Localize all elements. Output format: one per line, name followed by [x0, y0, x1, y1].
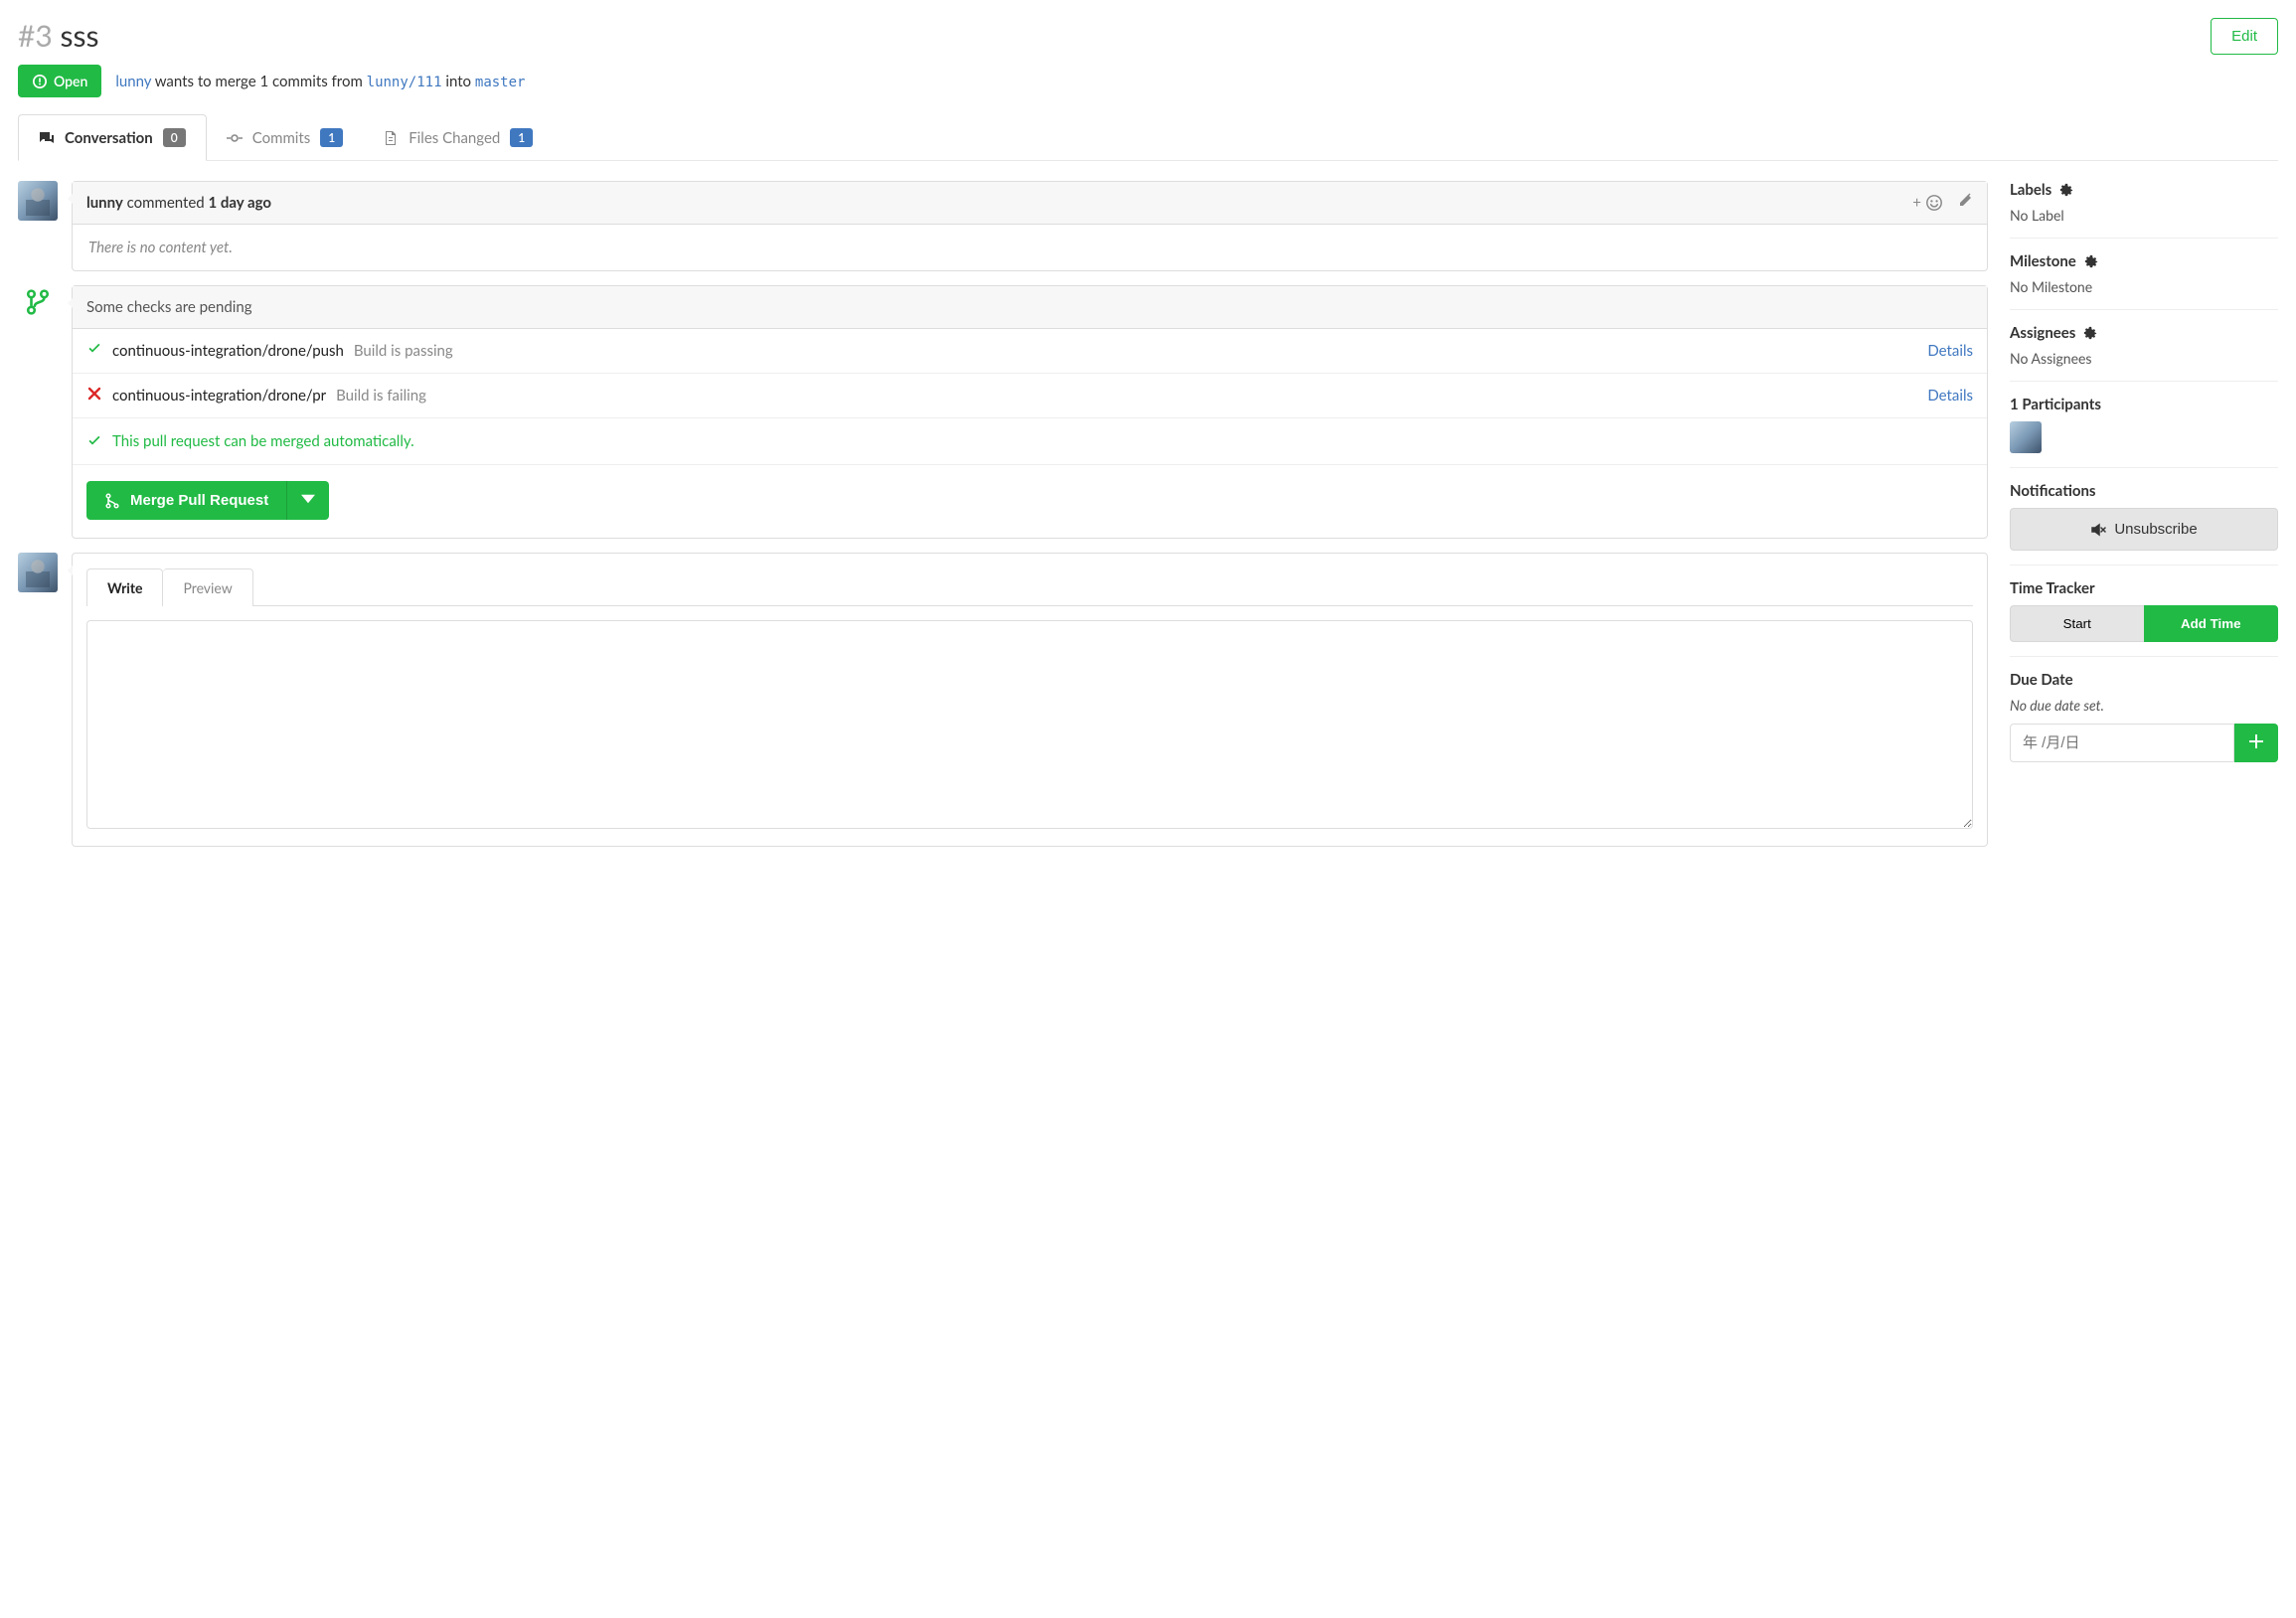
- pencil-icon: [1957, 193, 1973, 209]
- merge-description: lunny wants to merge 1 commits from lunn…: [115, 73, 525, 90]
- issue-title-text: sss: [61, 18, 99, 54]
- tab-commits-label: Commits: [252, 129, 311, 147]
- gear-icon: [2059, 183, 2073, 197]
- issue-number: #3: [18, 18, 53, 54]
- editor-tab-write[interactable]: Write: [86, 568, 163, 606]
- check-row: continuous-integration/drone/pr Build is…: [73, 374, 1987, 418]
- milestone-head-text: Milestone: [2010, 252, 2076, 270]
- editor-tab-preview[interactable]: Preview: [163, 568, 252, 606]
- merge-pr-button[interactable]: Merge Pull Request: [86, 481, 286, 520]
- conversation-count: 0: [163, 128, 186, 147]
- check-fail-icon: [86, 386, 102, 405]
- merge-button-group: Merge Pull Request: [86, 481, 329, 520]
- gear-icon: [2083, 326, 2097, 340]
- new-comment-item: Write Preview: [18, 553, 1988, 847]
- target-branch[interactable]: master: [475, 75, 526, 90]
- commit-icon: [227, 130, 243, 146]
- comment-item: lunny commented 1 day ago + Th: [18, 181, 1988, 271]
- merge-intro-text: wants to merge 1 commits from: [151, 73, 366, 90]
- participant-avatar[interactable]: [2010, 421, 2042, 453]
- check-icon: [86, 433, 102, 449]
- open-badge: Open: [18, 65, 101, 97]
- gear-icon: [2084, 254, 2098, 268]
- merge-ok-row: This pull request can be merged automati…: [73, 418, 1987, 464]
- git-merge-icon: [25, 289, 51, 315]
- into-word: into: [442, 73, 475, 90]
- check-details-link[interactable]: Details: [1927, 387, 1973, 404]
- avatar[interactable]: [18, 181, 58, 221]
- timetracker-start-button[interactable]: Start: [2010, 605, 2144, 642]
- commits-count: 1: [320, 128, 343, 147]
- unsubscribe-button[interactable]: Unsubscribe: [2010, 508, 2278, 551]
- tab-commits[interactable]: Commits 1: [207, 115, 364, 160]
- assignees-heading[interactable]: Assignees: [2010, 324, 2278, 342]
- merge-dropdown-button[interactable]: [286, 481, 329, 520]
- duedate-input[interactable]: [2010, 724, 2234, 762]
- merge-ok-text: This pull request can be merged automati…: [112, 432, 414, 450]
- assignees-head-text: Assignees: [2010, 324, 2075, 342]
- author-link[interactable]: lunny: [115, 73, 151, 90]
- merge-pr-label: Merge Pull Request: [130, 492, 268, 509]
- avatar[interactable]: [18, 553, 58, 592]
- comment-verb: commented: [123, 194, 209, 212]
- assignees-none: No Assignees: [2010, 350, 2278, 367]
- state-label: Open: [54, 73, 87, 89]
- labels-head-text: Labels: [2010, 181, 2051, 199]
- tab-files[interactable]: Files Changed 1: [363, 115, 553, 160]
- check-context: continuous-integration/drone/push: [112, 342, 344, 360]
- timetracker-add-button[interactable]: Add Time: [2144, 605, 2279, 642]
- source-branch[interactable]: lunny/111: [367, 75, 442, 90]
- unsubscribe-label: Unsubscribe: [2114, 521, 2197, 538]
- participants-heading: 1 Participants: [2010, 396, 2278, 413]
- checks-item: Some checks are pending continuous-integ…: [18, 285, 1988, 539]
- conversation-icon: [39, 130, 55, 146]
- comment-header: lunny commented 1 day ago: [86, 194, 271, 212]
- labels-none: No Label: [2010, 207, 2278, 224]
- edit-comment-button[interactable]: [1957, 193, 1973, 213]
- check-context: continuous-integration/drone/pr: [112, 387, 326, 404]
- comment-timestamp: 1 day ago: [209, 194, 271, 212]
- edit-button[interactable]: Edit: [2211, 18, 2278, 55]
- comment-textarea[interactable]: [86, 620, 1973, 829]
- check-details-link[interactable]: Details: [1927, 342, 1973, 360]
- smiley-icon: [1925, 194, 1943, 212]
- alert-circle-icon: [32, 74, 48, 89]
- checks-heading: Some checks are pending: [73, 286, 1987, 329]
- milestone-heading[interactable]: Milestone: [2010, 252, 2278, 270]
- tab-files-label: Files Changed: [409, 129, 500, 147]
- labels-heading[interactable]: Labels: [2010, 181, 2278, 199]
- check-row: continuous-integration/drone/push Build …: [73, 329, 1987, 374]
- tab-conversation-label: Conversation: [65, 129, 153, 147]
- comment-body: There is no content yet.: [73, 225, 1987, 270]
- milestone-none: No Milestone: [2010, 278, 2278, 295]
- tabs: Conversation 0 Commits 1 Files Changed 1: [18, 113, 2278, 160]
- comment-author[interactable]: lunny: [86, 194, 123, 212]
- page-title: #3 sss: [18, 18, 98, 54]
- check-status-text: Build is passing: [354, 342, 453, 360]
- notifications-heading: Notifications: [2010, 482, 2278, 500]
- duedate-add-button[interactable]: [2234, 724, 2278, 762]
- git-merge-white-icon: [104, 493, 120, 509]
- duedate-heading: Due Date: [2010, 671, 2278, 689]
- add-reaction-button[interactable]: +: [1912, 194, 1943, 212]
- plus-icon: [2249, 734, 2263, 748]
- duedate-none: No due date set.: [2010, 697, 2278, 714]
- timetracker-heading: Time Tracker: [2010, 579, 2278, 597]
- files-count: 1: [510, 128, 533, 147]
- check-status-text: Build is failing: [336, 387, 426, 404]
- tab-conversation[interactable]: Conversation 0: [18, 114, 207, 161]
- file-diff-icon: [383, 130, 399, 146]
- caret-down-icon: [301, 492, 315, 506]
- plus-label: +: [1912, 194, 1921, 212]
- mute-icon: [2090, 522, 2106, 538]
- check-pass-icon: [86, 341, 102, 361]
